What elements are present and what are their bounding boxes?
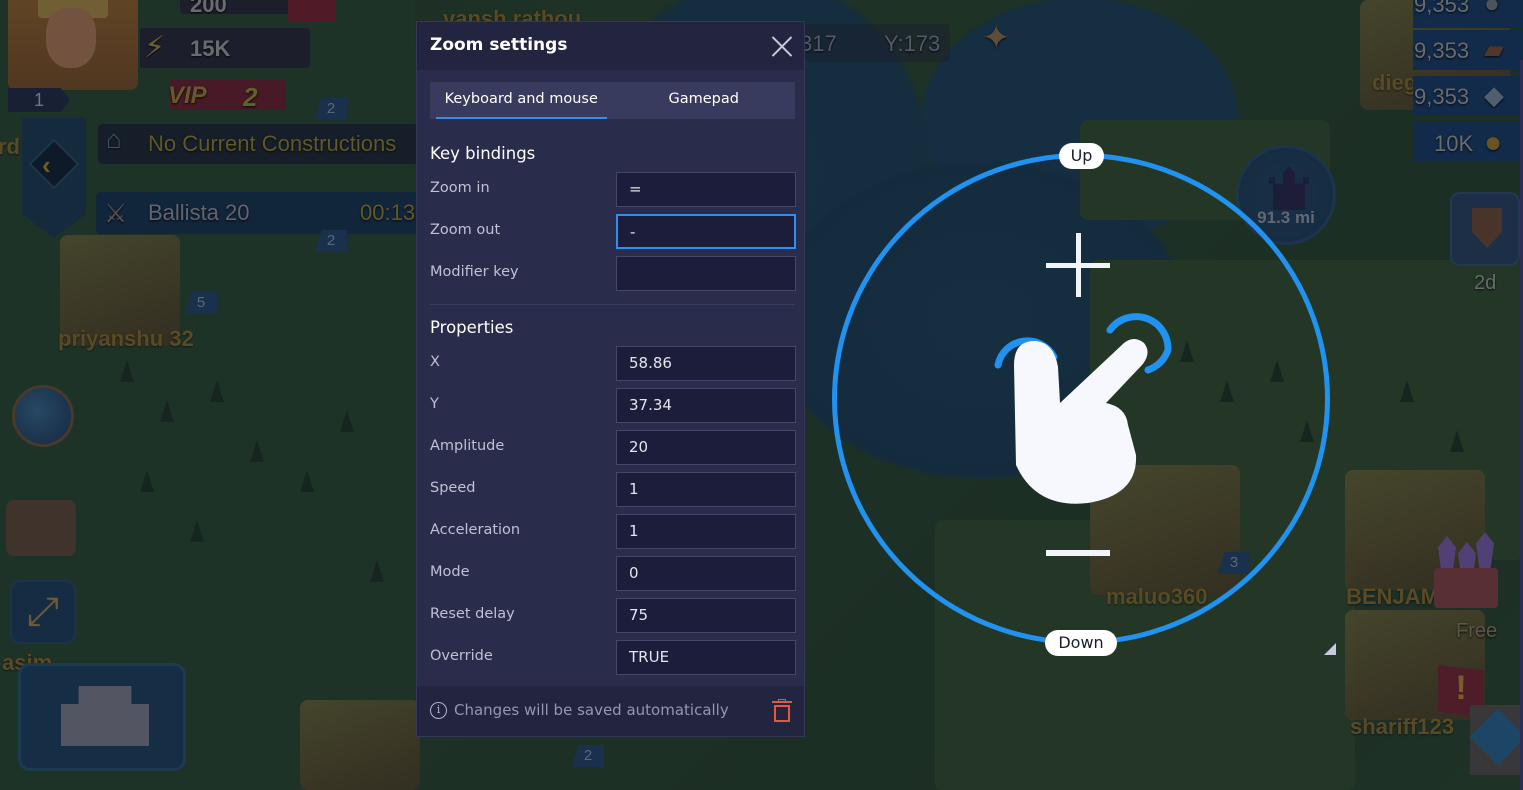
plus-icon[interactable] xyxy=(1046,233,1110,297)
zoom-settings-dialog: Zoom settings Keyboard and mouse Gamepad… xyxy=(416,21,805,737)
section-divider xyxy=(430,304,795,305)
trash-can xyxy=(774,705,790,722)
key-bindings-heading: Key bindings xyxy=(430,144,536,163)
x-input[interactable]: 58.86 xyxy=(616,346,796,381)
mode-input[interactable]: 0 xyxy=(616,556,796,591)
trash-icon[interactable] xyxy=(772,699,792,723)
close-icon[interactable] xyxy=(770,34,794,58)
properties-heading: Properties xyxy=(430,318,514,337)
autosave-note: Changes will be saved automatically xyxy=(454,701,729,719)
reset-delay-input[interactable]: 75 xyxy=(616,598,796,633)
modifier-key-label: Modifier key xyxy=(430,264,519,280)
zoom-in-label: Zoom in xyxy=(430,180,490,196)
tab-gamepad[interactable]: Gamepad xyxy=(613,82,796,119)
zoom-out-label: Zoom out xyxy=(430,222,501,238)
reset-delay-label: Reset delay xyxy=(430,606,515,622)
acceleration-input[interactable]: 1 xyxy=(616,514,796,549)
minus-icon[interactable] xyxy=(1046,550,1110,556)
pinch-hand-icon xyxy=(994,313,1172,504)
mode-label: Mode xyxy=(430,564,470,580)
zoom-up-label[interactable]: Up xyxy=(1059,143,1104,169)
trash-lid xyxy=(772,701,792,703)
speed-label: Speed xyxy=(430,480,476,496)
dialog-header: Zoom settings xyxy=(417,22,804,70)
amplitude-label: Amplitude xyxy=(430,438,505,454)
tab-keyboard-and-mouse[interactable]: Keyboard and mouse xyxy=(430,82,613,119)
dialog-footer: i Changes will be saved automatically xyxy=(417,686,804,736)
info-icon: i xyxy=(430,702,447,719)
dialog-title: Zoom settings xyxy=(430,35,568,55)
input-mode-tabs: Keyboard and mouse Gamepad xyxy=(430,82,795,119)
y-input[interactable]: 37.34 xyxy=(616,388,796,423)
amplitude-input[interactable]: 20 xyxy=(616,430,796,465)
speed-input[interactable]: 1 xyxy=(616,472,796,507)
zoom-in-key-input[interactable]: = xyxy=(616,172,796,207)
y-label: Y xyxy=(430,396,439,412)
modifier-key-input[interactable] xyxy=(616,256,796,291)
zoom-out-key-input[interactable]: - xyxy=(616,214,796,249)
override-input[interactable]: TRUE xyxy=(616,640,796,675)
zoom-down-label[interactable]: Down xyxy=(1045,630,1117,656)
x-label: X xyxy=(430,354,440,370)
override-label: Override xyxy=(430,648,493,664)
acceleration-label: Acceleration xyxy=(430,522,521,538)
hand-shape xyxy=(1014,339,1148,504)
